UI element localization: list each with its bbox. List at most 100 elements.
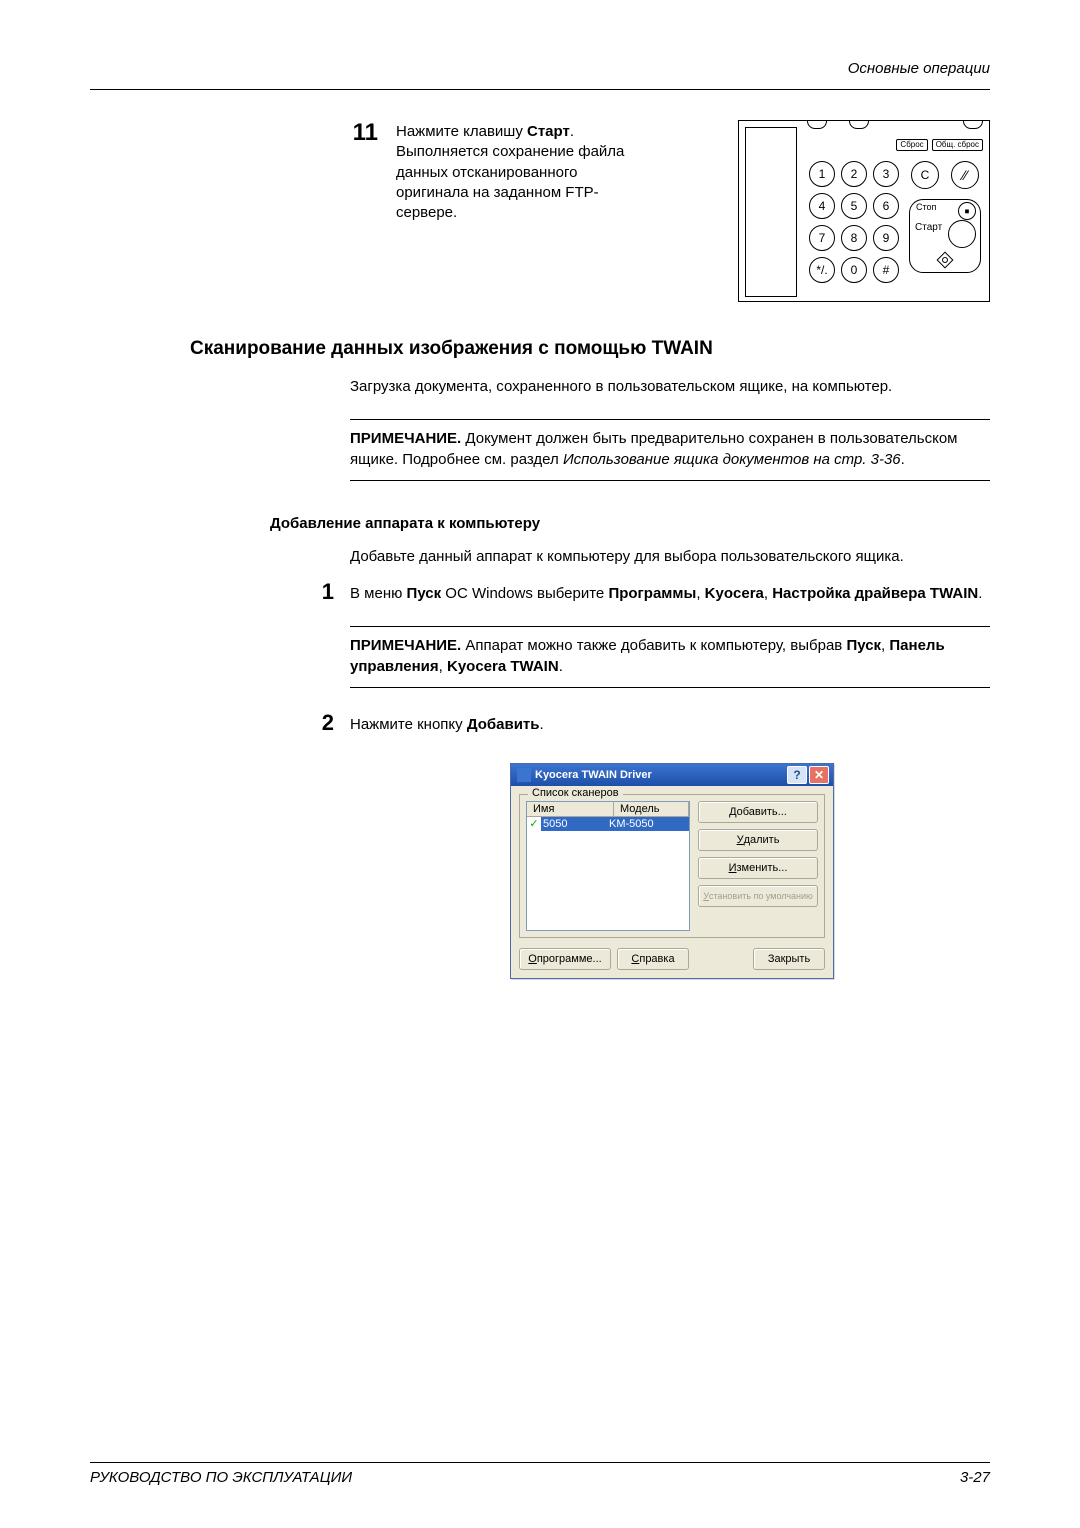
s1-d: Программы: [608, 585, 696, 602]
s2-b: Добавить: [467, 716, 540, 733]
key-slash: ⁄⁄: [951, 161, 979, 189]
n2-a: ПРИМЕЧАНИЕ.: [350, 637, 461, 654]
help-t: правка: [639, 953, 674, 965]
header-section: Основные операции: [90, 60, 990, 77]
step-2-text: Нажмите кнопку Добавить.: [350, 712, 990, 735]
n2-f: ,: [439, 658, 447, 675]
edit-u: И: [729, 862, 737, 874]
step-11-number: 11: [338, 120, 378, 302]
s2-a: Нажмите кнопку: [350, 716, 467, 733]
panel-reset-label: Сброс: [896, 139, 927, 151]
n2-g: Kyocera TWAIN: [447, 658, 559, 675]
page-footer: РУКОВОДСТВО ПО ЭКСПЛУАТАЦИИ 3-27: [90, 1462, 990, 1486]
step-1-number: 1: [90, 581, 334, 604]
note2-rule-bottom: [350, 687, 990, 688]
key-6: 6: [873, 193, 899, 219]
key-hash: #: [873, 257, 899, 283]
note-rule-bottom: [350, 480, 990, 481]
panel-top-labels: Сброс Общ. сброс: [896, 139, 983, 151]
key-4: 4: [809, 193, 835, 219]
col-model[interactable]: Модель: [614, 802, 689, 816]
note-rule-top: [350, 419, 990, 420]
note-ref: Использование ящика документов на стр. 3…: [563, 451, 901, 468]
help-u: С: [631, 953, 639, 965]
step11-start: Старт: [527, 123, 570, 140]
panel-tabs: [801, 121, 985, 135]
scanner-list-group: Список сканеров Имя Модель ✓ 5050 KM-505…: [519, 794, 825, 938]
dialog-titlebar[interactable]: Kyocera TWAIN Driver ? ✕: [511, 764, 833, 786]
note-dot: .: [901, 451, 905, 468]
step-1: 1 В меню Пуск ОС Windows выберите Програ…: [90, 581, 990, 604]
dialog-bottom-row: О программе... Справка Закрыть: [519, 948, 825, 970]
s1-i: .: [978, 585, 982, 602]
key-2: 2: [841, 161, 867, 187]
key-9: 9: [873, 225, 899, 251]
add-button[interactable]: Добавить...: [698, 801, 818, 823]
key-0: 0: [841, 257, 867, 283]
about-t: программе...: [537, 953, 602, 965]
panel-allreset-label: Общ. сброс: [932, 139, 983, 151]
delete-button[interactable]: Удалить: [698, 829, 818, 851]
key-8: 8: [841, 225, 867, 251]
key-5: 5: [841, 193, 867, 219]
key-c: C: [911, 161, 939, 189]
panel-start-group: Стоп ⏹ Старт: [909, 199, 981, 273]
edit-button[interactable]: Изменить...: [698, 857, 818, 879]
panel-keypad: 1 2 3 4 5 6 7 8 9 */. 0 #: [809, 161, 899, 283]
panel-start-btn: [948, 220, 976, 248]
twain-intro: Загрузка документа, сохраненного в польз…: [350, 376, 990, 397]
s1-c: ОС Windows выберите: [441, 585, 608, 602]
list-row[interactable]: ✓ 5050 KM-5050: [527, 817, 689, 831]
help-button-bottom[interactable]: Справка: [617, 948, 689, 970]
header-rule: [90, 89, 990, 90]
s1-e: ,: [696, 585, 704, 602]
s1-h: Настройка драйвера TWAIN: [772, 585, 978, 602]
key-star: */.: [809, 257, 835, 283]
list-header: Имя Модель: [527, 802, 689, 817]
s1-b: Пуск: [407, 585, 442, 602]
del-u: У: [737, 834, 744, 846]
row-check-icon: ✓: [527, 817, 541, 831]
add-device-heading: Добавление аппарата к компьютеру: [270, 515, 990, 532]
row-model: KM-5050: [603, 817, 689, 831]
set-default-button[interactable]: Установить по умолчанию: [698, 885, 818, 907]
col-name[interactable]: Имя: [527, 802, 614, 816]
button-column: Добавить... Удалить Изменить... Установи…: [698, 801, 818, 931]
row-name: 5050: [541, 817, 603, 831]
key-3: 3: [873, 161, 899, 187]
about-button[interactable]: О программе...: [519, 948, 611, 970]
panel-tab: [963, 120, 983, 129]
add-u: Д: [729, 806, 736, 818]
s1-g: ,: [764, 585, 772, 602]
key-7: 7: [809, 225, 835, 251]
n2-c: Пуск: [846, 637, 881, 654]
s2-c: .: [539, 716, 543, 733]
panel-start-label: Старт: [915, 222, 942, 233]
twain-heading: Сканирование данных изображения с помощь…: [190, 338, 990, 360]
step11-t1: Нажмите клавишу: [396, 123, 527, 140]
twain-driver-dialog: Kyocera TWAIN Driver ? ✕ Список сканеров…: [510, 763, 834, 979]
panel-tab: [849, 120, 869, 129]
add-t: обавить...: [737, 806, 787, 818]
help-button[interactable]: ?: [787, 766, 807, 784]
s1-a: В меню: [350, 585, 407, 602]
step-2-number: 2: [90, 712, 334, 735]
def-t: становить по умолчанию: [709, 891, 813, 901]
about-u: О: [528, 953, 537, 965]
panel-start-icon: [937, 252, 954, 269]
panel-stop-btn: ⏹: [958, 202, 976, 220]
scanner-list-label: Список сканеров: [528, 787, 623, 799]
del-t: далить: [744, 834, 780, 846]
footer-rule: [90, 1462, 990, 1463]
step-2: 2 Нажмите кнопку Добавить.: [90, 712, 990, 735]
twain-note: ПРИМЕЧАНИЕ. Документ должен быть предвар…: [350, 428, 990, 470]
scanner-list[interactable]: Имя Модель ✓ 5050 KM-5050: [526, 801, 690, 931]
note2-rule-top: [350, 626, 990, 627]
dialog-title: Kyocera TWAIN Driver: [535, 769, 652, 781]
close-button[interactable]: ✕: [809, 766, 829, 784]
note-label: ПРИМЕЧАНИЕ.: [350, 430, 461, 447]
n2-b: Аппарат можно также добавить к компьютер…: [461, 637, 846, 654]
close-dialog-button[interactable]: Закрыть: [753, 948, 825, 970]
dialog-body: Список сканеров Имя Модель ✓ 5050 KM-505…: [511, 786, 833, 978]
footer-left: РУКОВОДСТВО ПО ЭКСПЛУАТАЦИИ: [90, 1469, 352, 1486]
